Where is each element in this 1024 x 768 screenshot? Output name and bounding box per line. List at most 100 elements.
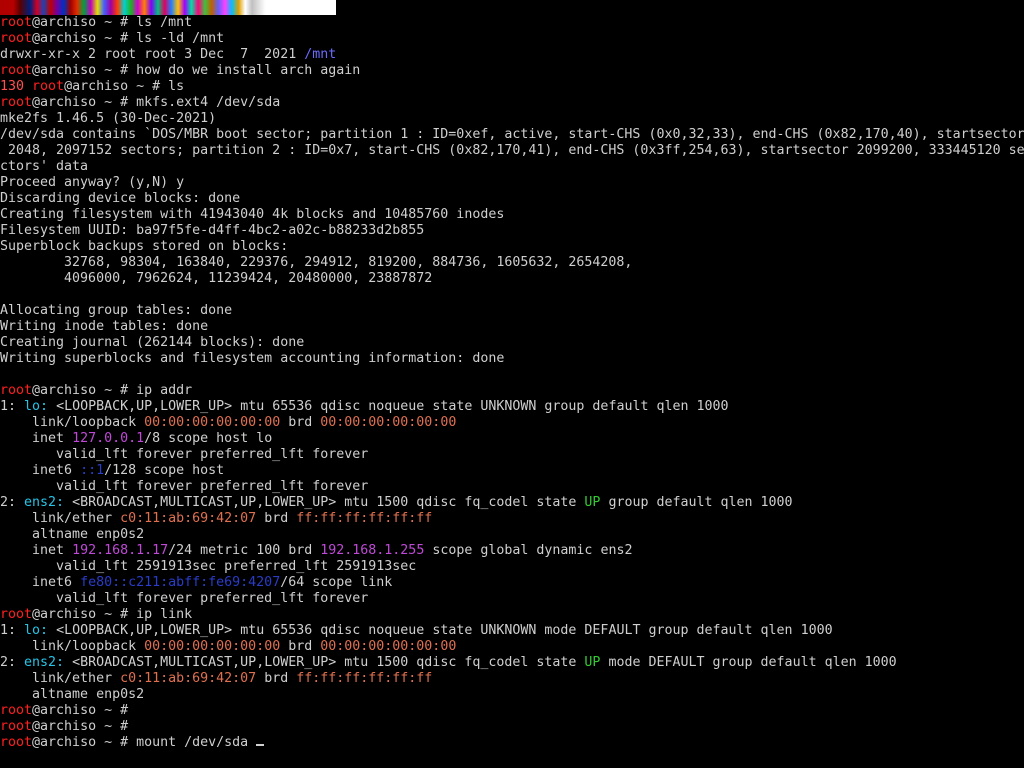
terminal-line: ctors' data <box>0 159 1024 175</box>
terminal-text-segment: 192.168.1.17 <box>72 543 169 558</box>
terminal-text-segment: group default qlen 1000 <box>600 495 793 510</box>
terminal-line: 1: lo: <LOOPBACK,UP,LOWER_UP> mtu 65536 … <box>0 399 1024 415</box>
terminal-line: 2048, 2097152 sectors; partition 2 : ID=… <box>0 143 1024 159</box>
terminal-text-segment: root <box>32 79 65 94</box>
terminal-line: Proceed anyway? (y,N) y <box>0 175 1024 191</box>
terminal-text-segment: valid_lft forever preferred_lft forever <box>0 447 369 462</box>
terminal-text-segment: inet <box>0 543 73 558</box>
terminal-line: root@archiso ~ # ls /mnt <box>0 15 1024 31</box>
terminal-text-segment: brd <box>256 511 297 526</box>
terminal-text-segment: 130 <box>0 79 33 94</box>
terminal-line: root@archiso ~ # <box>0 703 1024 719</box>
terminal-text-segment: valid_lft forever preferred_lft forever <box>0 591 369 606</box>
terminal-text-segment: link/ether <box>0 671 121 686</box>
terminal-text-segment: mke2fs 1.46.5 (30-Dec-2021) <box>0 111 217 126</box>
text-cursor <box>256 744 265 746</box>
terminal-text-segment: lo: <box>24 399 49 414</box>
terminal-text-segment: root <box>0 63 33 78</box>
terminal-text-segment: /8 scope host lo <box>144 431 273 446</box>
terminal-text-segment: 32768, 98304, 163840, 229376, 294912, 81… <box>0 255 633 270</box>
terminal-text-segment: 192.168.1.255 <box>320 543 425 558</box>
terminal-line: altname enp0s2 <box>0 527 1024 543</box>
terminal-text-segment: brd <box>280 639 321 654</box>
terminal-line: link/ether c0:11:ab:69:42:07 brd ff:ff:f… <box>0 511 1024 527</box>
terminal-text-segment: 00:00:00:00:00:00 <box>320 415 457 430</box>
terminal-line: 130 root@archiso ~ # ls <box>0 79 1024 95</box>
terminal-text-segment: root <box>0 607 33 622</box>
terminal-text-segment: Writing inode tables: done <box>0 319 209 334</box>
terminal-text-segment: scope global dynamic ens2 <box>424 543 633 558</box>
terminal-line: link/loopback 00:00:00:00:00:00 brd 00:0… <box>0 639 1024 655</box>
terminal-line: inet 192.168.1.17/24 metric 100 brd 192.… <box>0 543 1024 559</box>
terminal-line: valid_lft forever preferred_lft forever <box>0 447 1024 463</box>
terminal-text-segment: brd <box>280 415 321 430</box>
terminal-text-segment: @archiso ~ # <box>32 719 129 734</box>
terminal-text-segment: ff:ff:ff:ff:ff:ff <box>296 511 433 526</box>
terminal-text-segment: valid_lft 2591913sec preferred_lft 25919… <box>0 559 417 574</box>
terminal-text-segment: ctors' data <box>0 159 89 174</box>
terminal-text-segment: inet6 <box>0 463 81 478</box>
terminal-text-segment: valid_lft forever preferred_lft forever <box>0 479 369 494</box>
terminal-line: link/loopback 00:00:00:00:00:00 brd 00:0… <box>0 415 1024 431</box>
terminal-line: Creating journal (262144 blocks): done <box>0 335 1024 351</box>
terminal-text-segment: Creating filesystem with 41943040 4k blo… <box>0 207 505 222</box>
terminal-text-segment: 4096000, 7962624, 11239424, 20480000, 23… <box>0 271 433 286</box>
terminal-text-segment: <BROADCAST,MULTICAST,UP,LOWER_UP> mtu 15… <box>64 655 585 670</box>
terminal-text-segment: <LOOPBACK,UP,LOWER_UP> mtu 65536 qdisc n… <box>48 399 729 414</box>
terminal-text-segment: link/loopback <box>0 415 145 430</box>
terminal-text-segment: root <box>0 735 33 750</box>
terminal-text-segment: Filesystem UUID: ba97f5fe-d4ff-4bc2-a02c… <box>0 223 425 238</box>
terminal-text-segment: root <box>0 31 33 46</box>
terminal-text-segment: /64 scope link <box>280 575 393 590</box>
terminal-text-segment: Proceed anyway? (y,N) y <box>0 175 185 190</box>
terminal-line: root@archiso ~ # mount /dev/sda <box>0 735 1024 751</box>
terminal-line: root@archiso ~ # ip addr <box>0 383 1024 399</box>
terminal-text-segment: inet <box>0 431 73 446</box>
terminal-output[interactable]: root@archiso ~ # ls /mnt root@archiso ~ #… <box>0 15 1024 768</box>
terminal-text-segment: 1: <box>0 623 25 638</box>
terminal-text-segment: <LOOPBACK,UP,LOWER_UP> mtu 65536 qdisc n… <box>48 623 833 638</box>
terminal-text-segment: Superblock backups stored on blocks: <box>0 239 289 254</box>
terminal-text-segment: 00:00:00:00:00:00 <box>320 639 457 654</box>
terminal-line: mke2fs 1.46.5 (30-Dec-2021) <box>0 111 1024 127</box>
terminal-text-segment: root <box>0 15 33 30</box>
terminal-line: Creating filesystem with 41943040 4k blo… <box>0 207 1024 223</box>
terminal-text-segment: 127.0.0.1 <box>72 431 145 446</box>
terminal-text-segment: altname enp0s2 <box>0 687 145 702</box>
terminal-text-segment: @archiso ~ # ls -ld /mnt <box>32 31 225 46</box>
terminal-text-segment: 2048, 2097152 sectors; partition 2 : ID=… <box>0 143 1024 158</box>
terminal-line: inet6 fe80::c211:abff:fe69:4207/64 scope… <box>0 575 1024 591</box>
terminal-line: 1: lo: <LOOPBACK,UP,LOWER_UP> mtu 65536 … <box>0 623 1024 639</box>
terminal-line: Filesystem UUID: ba97f5fe-d4ff-4bc2-a02c… <box>0 223 1024 239</box>
terminal-text-segment: ens2: <box>24 655 65 670</box>
terminal-line: root@archiso ~ # ip link <box>0 607 1024 623</box>
terminal-line: root@archiso ~ # <box>0 719 1024 735</box>
terminal-line: inet 127.0.0.1/8 scope host lo <box>0 431 1024 447</box>
terminal-text-segment: link/loopback <box>0 639 145 654</box>
terminal-text-segment: @archiso ~ # ip link <box>32 607 193 622</box>
terminal-text-segment: ff:ff:ff:ff:ff:ff <box>296 671 433 686</box>
terminal-line: Writing inode tables: done <box>0 319 1024 335</box>
color-artifact-bar <box>0 0 336 15</box>
terminal-text-segment: /mnt <box>304 47 337 62</box>
terminal-text-segment: @archiso ~ # how do we install arch agai… <box>32 63 361 78</box>
terminal-line: root@archiso ~ # mkfs.ext4 /dev/sda <box>0 95 1024 111</box>
terminal-text-segment: ens2: <box>24 495 65 510</box>
terminal-text-segment: link/ether <box>0 511 121 526</box>
terminal-line: root@archiso ~ # how do we install arch … <box>0 63 1024 79</box>
terminal-text-segment: root <box>0 703 33 718</box>
terminal-text-segment: c0:11:ab:69:42:07 <box>120 511 257 526</box>
terminal-text-segment: Discarding device blocks: done <box>0 191 241 206</box>
terminal-line: inet6 ::1/128 scope host <box>0 463 1024 479</box>
terminal-text-segment: root <box>0 383 33 398</box>
terminal-line: /dev/sda contains `DOS/MBR boot sector; … <box>0 127 1024 143</box>
terminal-line: 2: ens2: <BROADCAST,MULTICAST,UP,LOWER_U… <box>0 655 1024 671</box>
terminal-text-segment: Allocating group tables: done <box>0 303 233 318</box>
terminal-line: Writing superblocks and filesystem accou… <box>0 351 1024 367</box>
terminal-text-segment: 00:00:00:00:00:00 <box>144 639 281 654</box>
terminal-text-segment: 00:00:00:00:00:00 <box>144 415 281 430</box>
terminal-text-segment: ::1 <box>80 463 105 478</box>
terminal-screen[interactable]: root@archiso ~ # ls /mnt root@archiso ~ #… <box>0 0 1024 768</box>
terminal-text-segment: drwxr-xr-x 2 root root 3 Dec 7 2021 <box>0 47 305 62</box>
terminal-text-segment: 1: <box>0 399 25 414</box>
